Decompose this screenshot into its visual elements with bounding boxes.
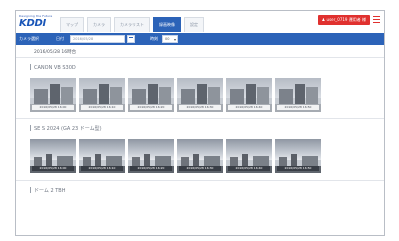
tab-settings[interactable]: 設定 — [184, 17, 204, 32]
thumbnail-timestamp: 2016/05/28 16:10 — [81, 105, 123, 110]
main-tabs: マップ カメラ カメラリスト 録画映像 設定 — [60, 17, 204, 33]
tab-camera[interactable]: カメラ — [87, 17, 111, 32]
chevron-down-icon: ▾ — [173, 37, 176, 42]
recording-thumbnail[interactable]: 2016/05/28 16:40 — [226, 78, 272, 112]
section-title-text: SE S 2024 (GA 23 ドーム型) — [34, 126, 102, 132]
thumbnail-timestamp: 2016/05/28 16:00 — [32, 105, 74, 110]
thumbnail-timestamp: 2016/05/28 16:30 — [179, 166, 221, 171]
divider — [16, 57, 384, 58]
time-select[interactable]: 00 ▾ — [162, 35, 178, 43]
camera-section-title: ドーム 2 TBH — [30, 187, 65, 194]
thumbnail-timestamp: 2016/05/28 16:20 — [130, 166, 172, 171]
app-header: Designing the Future KDDI マップ カメラ カメラリスト… — [16, 11, 384, 33]
hamburger-menu-icon[interactable] — [373, 16, 380, 24]
recording-thumbnail[interactable]: 2016/05/28 16:20 — [128, 139, 174, 173]
recording-thumbnail[interactable]: 2016/05/28 16:50 — [275, 78, 321, 112]
tab-camera-list[interactable]: カメラリスト — [114, 17, 150, 32]
thumbnail-timestamp: 2016/05/28 16:50 — [277, 166, 319, 171]
camera-section-title: CANON VB S30D — [30, 64, 76, 71]
recording-thumbnail[interactable]: 2016/05/28 16:00 — [30, 139, 76, 173]
recording-thumbnail[interactable]: 2016/05/28 16:30 — [177, 78, 223, 112]
thumbnail-timestamp: 2016/05/28 16:10 — [81, 166, 123, 171]
logo-wordmark: KDDI — [19, 18, 46, 29]
filter-toolbar: カメラ選択 日付 2016/05/28 時刻 00 ▾ — [16, 33, 384, 45]
recording-thumbnail[interactable]: 2016/05/28 16:30 — [177, 139, 223, 173]
thumbnail-timestamp: 2016/05/28 16:50 — [277, 105, 319, 110]
app-window: Designing the Future KDDI マップ カメラ カメラリスト… — [15, 10, 385, 236]
recording-thumbnail[interactable]: 2016/05/28 16:00 — [30, 78, 76, 112]
date-input[interactable]: 2016/05/28 — [70, 35, 125, 43]
camera-section-title: SE S 2024 (GA 23 ドーム型) — [30, 125, 102, 132]
section-marker — [30, 64, 31, 70]
calendar-icon[interactable] — [127, 35, 135, 43]
time-label: 時刻 — [150, 36, 158, 41]
thumbnail-row: 2016/05/28 16:00 2016/05/28 16:10 2016/0… — [30, 78, 321, 112]
date-heading: 2016/05/28 16時台 — [34, 50, 77, 55]
section-marker — [30, 125, 31, 131]
divider — [16, 118, 384, 119]
thumbnail-timestamp: 2016/05/28 16:40 — [228, 166, 270, 171]
thumbnail-row: 2016/05/28 16:00 2016/05/28 16:10 2016/0… — [30, 139, 321, 173]
device-label: カメラ選択 — [19, 36, 39, 41]
user-label: user_0719 運用者 様 — [326, 17, 366, 22]
thumbnail-timestamp: 2016/05/28 16:20 — [130, 105, 172, 110]
user-account-button[interactable]: ♟ user_0719 運用者 様 — [317, 15, 370, 25]
recording-thumbnail[interactable]: 2016/05/28 16:20 — [128, 78, 174, 112]
time-select-value: 00 — [165, 37, 170, 41]
recording-thumbnail[interactable]: 2016/05/28 16:10 — [79, 139, 125, 173]
divider — [16, 180, 384, 181]
thumbnail-timestamp: 2016/05/28 16:30 — [179, 105, 221, 110]
section-title-text: CANON VB S30D — [34, 65, 76, 71]
thumbnail-timestamp: 2016/05/28 16:00 — [32, 166, 74, 171]
date-label: 日付 — [56, 36, 64, 41]
recording-thumbnail[interactable]: 2016/05/28 16:10 — [79, 78, 125, 112]
thumbnail-timestamp: 2016/05/28 16:40 — [228, 105, 270, 110]
recording-thumbnail[interactable]: 2016/05/28 16:50 — [275, 139, 321, 173]
kddi-logo[interactable]: Designing the Future KDDI — [19, 14, 52, 30]
recording-thumbnail[interactable]: 2016/05/28 16:40 — [226, 139, 272, 173]
user-icon: ♟ — [321, 17, 326, 22]
section-title-text: ドーム 2 TBH — [34, 188, 66, 194]
tab-map[interactable]: マップ — [60, 17, 84, 32]
section-marker — [30, 187, 31, 193]
tab-recordings[interactable]: 録画映像 — [153, 17, 181, 32]
